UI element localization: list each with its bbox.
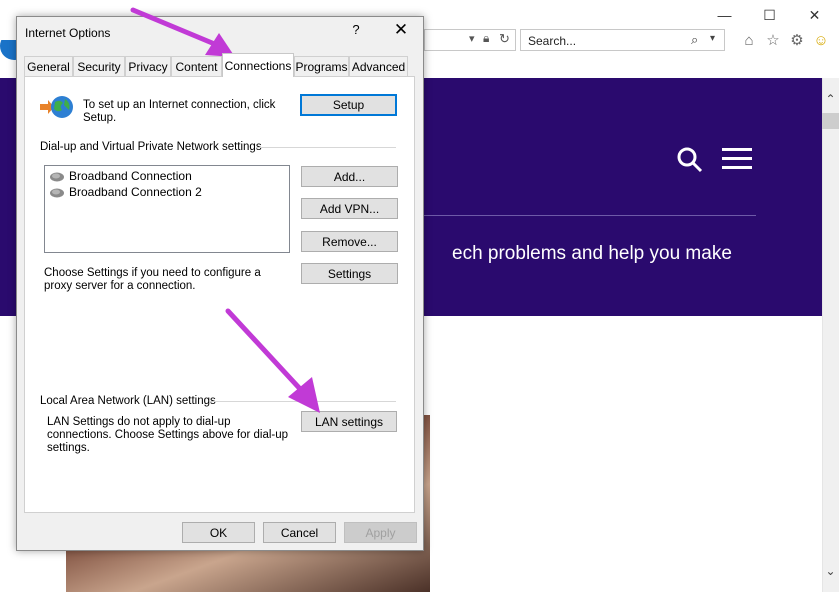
- gear-icon[interactable]: ⚙: [787, 30, 807, 50]
- list-item[interactable]: Broadband Connection: [49, 169, 192, 183]
- tab-connections[interactable]: Connections: [222, 53, 294, 77]
- settings-button[interactable]: Settings: [301, 263, 398, 284]
- lan-group-label: Local Area Network (LAN) settings: [40, 395, 216, 407]
- help-button[interactable]: ?: [346, 22, 366, 42]
- lock-icon: 🔒︎: [483, 31, 490, 45]
- broadband-connection-icon: [50, 188, 64, 197]
- ok-button[interactable]: OK: [182, 522, 255, 543]
- favorites-star-icon[interactable]: ☆: [763, 30, 783, 50]
- smiley-feedback-icon[interactable]: ☺: [811, 30, 831, 50]
- cancel-button[interactable]: Cancel: [263, 522, 336, 543]
- maximize-button[interactable]: ☐: [747, 0, 792, 30]
- apply-button[interactable]: Apply: [344, 522, 417, 543]
- hero-text: ech problems and help you make: [452, 243, 732, 264]
- proxy-description: Choose Settings if you need to configure…: [44, 267, 261, 292]
- scroll-down-arrow-icon[interactable]: ⌄: [822, 564, 839, 582]
- connection-name: Broadband Connection 2: [69, 185, 202, 199]
- close-window-button[interactable]: ✕: [792, 0, 837, 30]
- connections-listbox[interactable]: Broadband Connection Broadband Connectio…: [44, 165, 290, 253]
- search-placeholder: Search...: [528, 34, 577, 48]
- site-search-icon[interactable]: [676, 146, 704, 174]
- dialog-close-button[interactable]: ✕: [389, 20, 413, 44]
- dialup-group-divider: [256, 147, 396, 148]
- scrollbar-thumb[interactable]: [822, 113, 839, 129]
- setup-description: To set up an Internet connection, click …: [83, 99, 276, 124]
- tab-advanced[interactable]: Advanced: [349, 56, 408, 76]
- remove-button[interactable]: Remove...: [301, 231, 398, 252]
- globe-connection-icon: [40, 96, 73, 118]
- list-item[interactable]: Broadband Connection 2: [49, 185, 202, 199]
- search-input[interactable]: Search... ⌕ ▾: [520, 29, 725, 51]
- address-bar[interactable]: ▾ 🔒︎ ↻: [424, 29, 516, 51]
- search-icon[interactable]: ⌕: [691, 32, 698, 48]
- add-vpn-button[interactable]: Add VPN...: [301, 198, 398, 219]
- hero-divider: [424, 215, 756, 216]
- vertical-scrollbar[interactable]: [822, 78, 839, 592]
- search-dropdown-icon[interactable]: ▾: [710, 33, 715, 44]
- annotation-arrow-lan-settings: [225, 308, 320, 413]
- dropdown-icon[interactable]: ▾: [469, 32, 475, 45]
- minimize-button[interactable]: —: [702, 0, 747, 30]
- hamburger-menu-icon[interactable]: [722, 148, 752, 170]
- dialup-group-label: Dial-up and Virtual Private Network sett…: [40, 141, 262, 153]
- broadband-connection-icon: [50, 172, 64, 181]
- connection-name: Broadband Connection: [69, 169, 192, 183]
- refresh-icon[interactable]: ↻: [499, 31, 510, 47]
- tab-programs[interactable]: Programs: [294, 56, 349, 76]
- setup-button[interactable]: Setup: [300, 94, 397, 116]
- tab-security[interactable]: Security: [73, 56, 125, 76]
- browser-back-icon[interactable]: [0, 40, 16, 80]
- scroll-up-arrow-icon[interactable]: ⌃: [822, 92, 839, 110]
- lan-description: LAN Settings do not apply to dial-up con…: [47, 416, 289, 454]
- dialog-title: Internet Options: [25, 26, 111, 40]
- tab-general[interactable]: General: [24, 56, 73, 76]
- add-button[interactable]: Add...: [301, 166, 398, 187]
- home-icon[interactable]: ⌂: [739, 30, 759, 50]
